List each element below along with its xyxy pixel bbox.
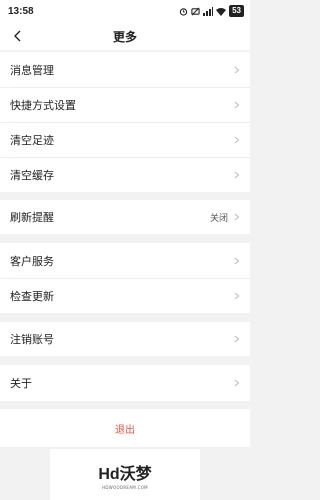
watermark-subtext: HDWOODREAM.COM [102, 484, 148, 490]
watermark-logo: Hd沃梦 HDWOODREAM.COM [50, 449, 200, 500]
wifi-icon [216, 7, 227, 16]
settings-item-customer-service[interactable]: 客户服务 [0, 243, 250, 278]
status-time: 13:58 [8, 5, 34, 17]
settings-item-value: 关闭 [209, 213, 228, 224]
status-bar: 13:58 53 [0, 0, 250, 22]
nav-bar: 更多 [0, 22, 250, 50]
chevron-right-icon [234, 213, 240, 221]
settings-item-clear-cache[interactable]: 清空缓存 [0, 158, 250, 192]
settings-item-label: 检查更新 [10, 290, 54, 303]
battery-level: 53 [229, 5, 244, 17]
settings-item-refresh-reminder[interactable]: 刷新提醒 关闭 [0, 200, 250, 234]
chevron-right-icon [234, 292, 240, 300]
page-title: 更多 [112, 29, 137, 44]
settings-item-label: 刷新提醒 [10, 211, 54, 224]
settings-item-label: 清空足迹 [10, 134, 54, 147]
logout-button[interactable]: 退出 [0, 409, 250, 447]
settings-item-about[interactable]: 关于 [0, 365, 250, 401]
logout-label: 退出 [115, 424, 135, 436]
settings-item-label: 注销账号 [10, 333, 54, 346]
chevron-right-icon [234, 136, 240, 144]
back-arrow-icon[interactable] [10, 28, 26, 44]
settings-item-delete-account[interactable]: 注销账号 [0, 322, 250, 356]
settings-item-shortcut-settings[interactable]: 快捷方式设置 [0, 88, 250, 122]
status-icons: 53 [179, 5, 244, 17]
signal-icon [203, 6, 214, 16]
mute-icon [191, 7, 200, 15]
settings-item-label: 清空缓存 [10, 169, 54, 182]
settings-item-check-update[interactable]: 检查更新 [0, 279, 250, 313]
settings-item-clear-history[interactable]: 清空足迹 [0, 123, 250, 157]
chevron-right-icon [234, 379, 240, 387]
settings-item-label: 关于 [10, 377, 32, 390]
chevron-right-icon [234, 257, 240, 264]
watermark-text: Hd沃梦 [98, 465, 152, 483]
chevron-right-icon [234, 66, 240, 73]
settings-item-message-management[interactable]: 消息管理 [0, 52, 250, 87]
settings-item-label: 客户服务 [10, 254, 54, 268]
alarm-icon [179, 7, 188, 16]
chevron-right-icon [234, 101, 240, 109]
settings-item-label: 快捷方式设置 [10, 99, 76, 112]
battery-icon: 53 [229, 5, 244, 17]
chevron-right-icon [234, 171, 240, 179]
settings-item-label: 消息管理 [10, 63, 54, 77]
chevron-right-icon [234, 335, 240, 343]
